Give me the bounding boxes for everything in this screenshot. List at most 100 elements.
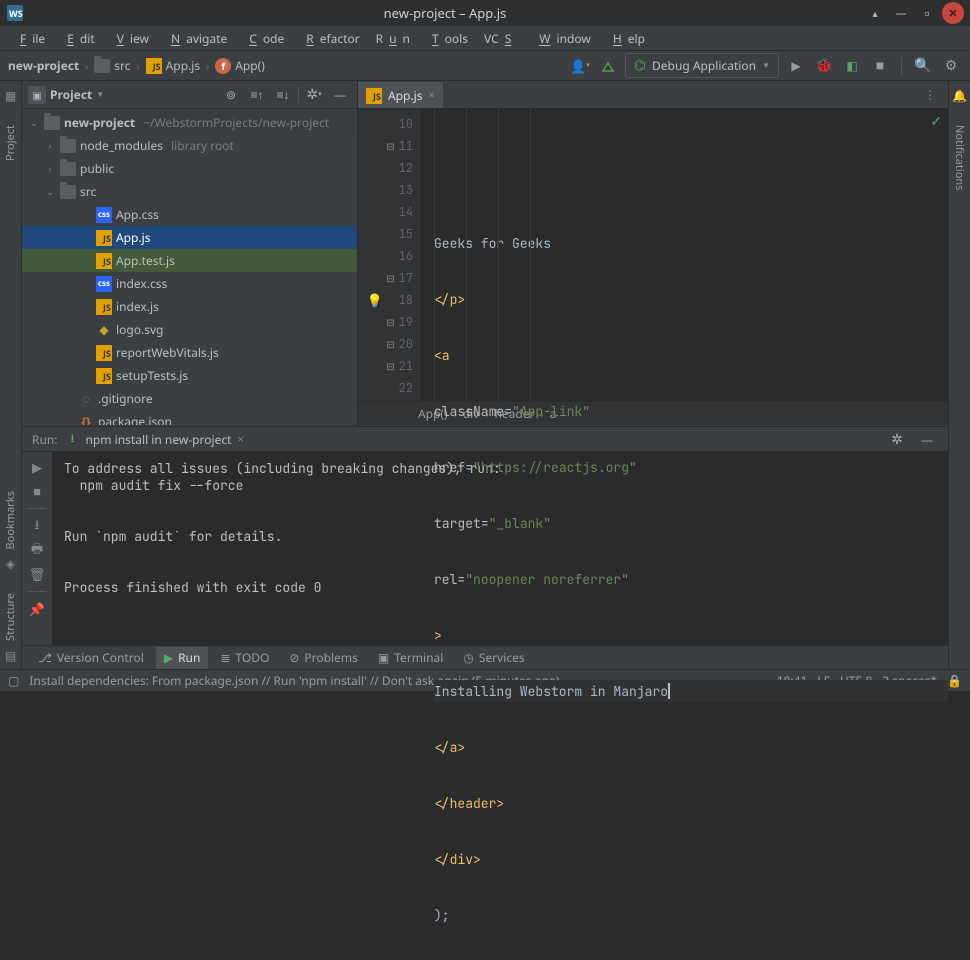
select-opened-file-icon[interactable]: ⊚ (220, 84, 242, 106)
menu-tools[interactable]: Tools (420, 28, 474, 49)
inspection-ok-icon[interactable]: ✓ (930, 113, 942, 131)
fold-icon[interactable]: ⊟ (385, 272, 395, 285)
problems-icon: ⊘ (289, 649, 299, 666)
menu-refactor[interactable]: Refactor (294, 28, 365, 49)
fold-icon[interactable]: ⊟ (385, 338, 395, 351)
rail-structure[interactable]: Structure (3, 593, 18, 641)
window-minimize-button[interactable] (890, 2, 912, 24)
folder-icon (60, 139, 76, 153)
tree-label: index.js (116, 298, 159, 315)
tree-root[interactable]: ⌄ new-project ~/WebstormProjects/new-pro… (22, 111, 357, 134)
titlebar: WS new-project – App.js (0, 0, 970, 26)
menu-run[interactable]: Run (370, 28, 416, 49)
menu-help[interactable]: Help (601, 28, 651, 49)
rerun-icon[interactable]: ▶ (26, 456, 48, 478)
fold-icon[interactable]: ⊟ (385, 316, 395, 329)
notifications-icon[interactable]: 🔔 (952, 87, 968, 103)
code-text: <a (434, 347, 450, 364)
fold-icon[interactable]: ⊟ (385, 360, 395, 373)
tab-todo[interactable]: ≣TODO (212, 647, 277, 669)
stop-icon[interactable]: ■ (26, 480, 48, 502)
scroll-to-end-icon[interactable]: ⭳ (26, 515, 48, 537)
tree-setup[interactable]: JSsetupTests.js (22, 364, 357, 387)
breadcrumb-project[interactable]: new-project (8, 57, 79, 74)
menu-file[interactable]: File (8, 28, 51, 49)
tab-run[interactable]: ▶Run (156, 647, 209, 669)
window-maximize-button[interactable] (916, 2, 938, 24)
rail-project[interactable]: Project (3, 125, 18, 161)
breadcrumb-folder[interactable]: src (114, 57, 130, 74)
tree-logo[interactable]: ◆logo.svg (22, 318, 357, 341)
tree-app-js[interactable]: JSApp.js (22, 226, 357, 249)
line-number: 17 (399, 270, 413, 286)
readonly-lock-icon[interactable]: 🔒 (947, 672, 962, 689)
build-icon[interactable] (597, 55, 619, 77)
run-tab[interactable]: ⭳ npm install in new-project × (66, 431, 244, 448)
expand-all-icon[interactable]: ≡↑ (246, 84, 268, 106)
collapse-all-icon[interactable]: ≡↓ (272, 84, 294, 106)
status-tool-icon[interactable]: ▢ (8, 672, 19, 689)
coverage-button[interactable]: ◧ (841, 55, 863, 77)
line-number: 21 (399, 358, 413, 374)
print-icon[interactable]: 🖶 (26, 539, 48, 561)
tree-index-css[interactable]: cssindex.css (22, 272, 357, 295)
project-settings-icon[interactable]: ✲▾ (303, 84, 325, 106)
code-text: href (434, 459, 465, 476)
tree-rwv[interactable]: JSreportWebVitals.js (22, 341, 357, 364)
tree-src[interactable]: ⌄ src (22, 180, 357, 203)
breadcrumb-file[interactable]: App.js (166, 57, 201, 74)
user-icon[interactable]: 👤▾ (569, 55, 591, 77)
project-tab-icon[interactable]: ▦ (3, 87, 19, 103)
run-config-dropdown[interactable]: ⌬ Debug Application ▼ (625, 53, 779, 78)
svg-text:WS: WS (9, 7, 23, 20)
code-text: </a> (434, 739, 465, 756)
window-up-button[interactable] (864, 2, 886, 24)
menu-window[interactable]: Window (527, 28, 597, 49)
menu-edit[interactable]: Edit (55, 28, 101, 49)
clear-icon[interactable]: 🗑 (26, 563, 48, 585)
settings-icon[interactable]: ⚙ (940, 55, 962, 77)
tree-gitignore[interactable]: ◌.gitignore (22, 387, 357, 410)
search-icon[interactable]: 🔍 (912, 55, 934, 77)
project-tree[interactable]: ⌄ new-project ~/WebstormProjects/new-pro… (22, 109, 357, 425)
tab-problems[interactable]: ⊘Problems (281, 647, 366, 669)
editor-gutter[interactable]: 10 ⊟11 12 13 14 15 16 ⊟17 💡18 ⊟19 ⊟20 ⊟2… (358, 109, 420, 401)
menu-code[interactable]: Code (237, 28, 290, 49)
js-file-icon: JS (96, 230, 112, 246)
tree-label: logo.svg (116, 321, 163, 338)
svg-file-icon: ◆ (96, 322, 112, 338)
stop-button[interactable]: ■ (869, 55, 891, 77)
close-tab-icon[interactable]: × (237, 432, 243, 447)
fold-icon[interactable]: ⊟ (385, 140, 395, 153)
debug-button[interactable]: 🐞 (813, 55, 835, 77)
bookmarks-icon[interactable]: ◈ (3, 555, 19, 571)
hide-panel-icon[interactable]: — (329, 84, 351, 106)
tree-app-test[interactable]: JSApp.test.js (22, 249, 357, 272)
breadcrumb-symbol[interactable]: App() (235, 57, 265, 74)
editor-tab-appjs[interactable]: JS App.js × (358, 82, 443, 108)
line-number: 20 (399, 336, 413, 352)
tree-app-css[interactable]: cssApp.css (22, 203, 357, 226)
js-file-icon: JS (96, 368, 112, 384)
menu-navigate[interactable]: Navigate (159, 28, 233, 49)
rail-bookmarks[interactable]: Bookmarks (3, 491, 18, 549)
editor-more-icon[interactable]: ⋮ (918, 86, 942, 103)
window-close-button[interactable] (942, 2, 964, 24)
breadcrumb[interactable]: new-project › src › JS App.js › f App() (8, 57, 265, 74)
structure-icon[interactable]: ▤ (3, 647, 19, 663)
tree-package-json[interactable]: {}package.json (22, 410, 357, 425)
tree-label: .gitignore (98, 390, 153, 407)
menu-vcs[interactable]: VCS (478, 28, 523, 49)
tab-version-control[interactable]: ⎇Version Control (30, 647, 152, 669)
menu-view[interactable]: View (105, 28, 155, 49)
tree-index-js[interactable]: JSindex.js (22, 295, 357, 318)
tree-public[interactable]: › public (22, 157, 357, 180)
editor-tabs: JS App.js × ⋮ (358, 81, 948, 109)
code-editor[interactable]: ✓ Geeks for Geeks </p> <a className="App… (420, 109, 948, 401)
close-tab-icon[interactable]: × (429, 88, 435, 103)
tree-node-modules[interactable]: › node_modules library root (22, 134, 357, 157)
intention-bulb-icon[interactable]: 💡 (367, 292, 383, 309)
rail-notifications[interactable]: Notifications (952, 125, 967, 190)
pin-icon[interactable]: 📌 (26, 598, 48, 620)
run-button[interactable]: ▶ (785, 55, 807, 77)
